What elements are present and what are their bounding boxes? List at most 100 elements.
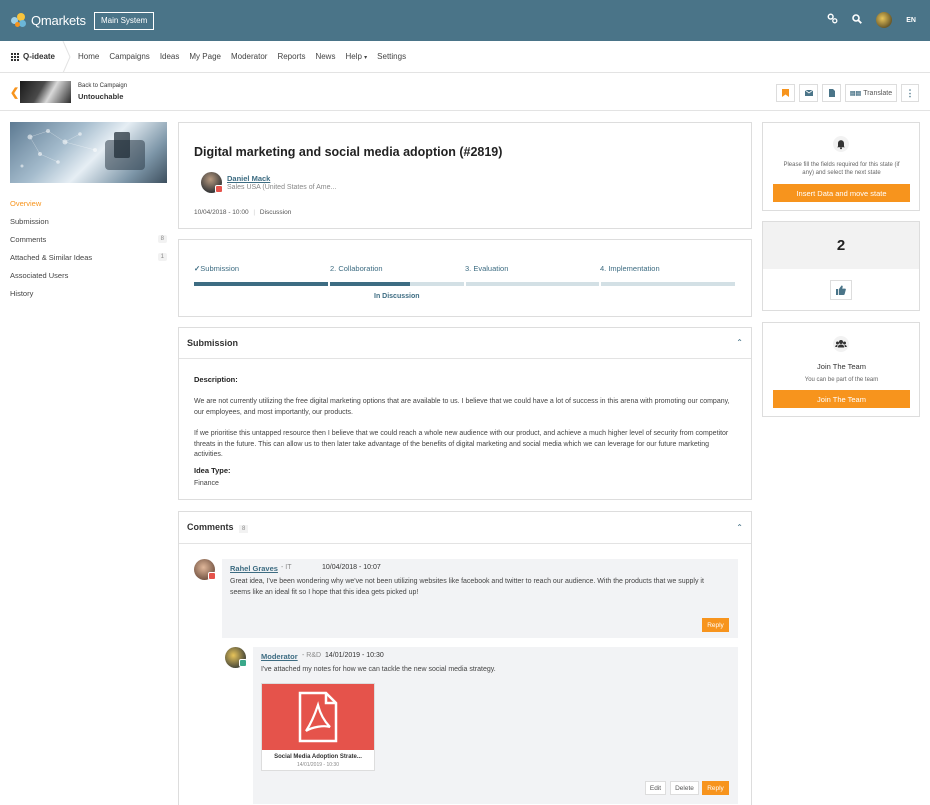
team-subtitle: You can be part of the team bbox=[804, 377, 879, 383]
current-stage-label: In Discussion bbox=[374, 293, 420, 300]
commenter-dept: - IT bbox=[281, 564, 292, 571]
delete-button[interactable]: Delete bbox=[670, 781, 699, 795]
team-icon bbox=[833, 336, 849, 352]
sidebar-item-associated-users[interactable]: Associated Users bbox=[10, 266, 167, 284]
top-bar: Qmarkets Main System EN bbox=[0, 0, 930, 41]
votes-panel: 2 bbox=[762, 221, 920, 311]
divider bbox=[179, 543, 751, 544]
collapse-chevron-icon[interactable]: ⌃ bbox=[736, 523, 743, 532]
translate-icon: ▤▤ bbox=[849, 90, 862, 97]
envelope-icon bbox=[804, 90, 813, 96]
email-button[interactable] bbox=[799, 84, 818, 102]
sidebar-item-label: Overview bbox=[10, 198, 42, 208]
comments-count-badge: 8 bbox=[239, 525, 249, 533]
sidebar-item-label: History bbox=[10, 288, 34, 298]
step-divider bbox=[599, 282, 601, 286]
comment-reply: Moderator - R&D 14/01/2019 - 10:30 I've … bbox=[253, 647, 738, 804]
nav-help[interactable]: Help ▾ bbox=[345, 52, 367, 61]
settings-icon[interactable] bbox=[827, 13, 838, 27]
idea-type-value: Finance bbox=[194, 480, 219, 487]
nav-settings[interactable]: Settings bbox=[377, 52, 406, 61]
description-paragraph-2: If we prioritise this untapped resource … bbox=[194, 430, 729, 458]
idea-date: 10/04/2018 - 10:00 bbox=[194, 209, 249, 216]
main-navigation: Q-ideate Home Campaigns Ideas My Page Mo… bbox=[0, 41, 930, 73]
sidebar-item-attached-similar[interactable]: Attached & Similar Ideas 1 bbox=[10, 248, 167, 266]
comments-count-badge: 8 bbox=[157, 235, 167, 243]
attachment-name: Social Media Adoption Strate... bbox=[274, 754, 362, 760]
user-avatar[interactable] bbox=[876, 12, 893, 28]
nav-separator bbox=[62, 41, 71, 73]
campaign-thumbnail[interactable] bbox=[20, 81, 71, 103]
author-name-link[interactable]: Daniel Mack bbox=[227, 174, 270, 183]
commenter-name-link[interactable]: Rahel Graves bbox=[230, 564, 278, 573]
idea-header-panel: Digital marketing and social media adopt… bbox=[178, 122, 752, 229]
more-options-button[interactable]: ⋮ bbox=[901, 84, 919, 102]
translate-button[interactable]: ▤▤ Translate bbox=[845, 84, 897, 102]
join-team-button[interactable]: Join The Team bbox=[773, 390, 910, 408]
commenter-name-link[interactable]: Moderator bbox=[261, 652, 298, 661]
idea-type-label: Idea Type: bbox=[194, 466, 231, 475]
sidebar-item-submission[interactable]: Submission bbox=[10, 212, 167, 230]
edit-button[interactable]: Edit bbox=[645, 781, 666, 795]
qmarkets-logo[interactable]: Qmarkets bbox=[11, 12, 86, 28]
description-paragraph-1: We are not currently utilizing the free … bbox=[194, 398, 730, 416]
back-to-campaign-link[interactable]: Back to Campaign bbox=[78, 83, 127, 89]
thumbs-up-icon bbox=[836, 285, 846, 295]
comment: Rahel Graves - IT 10/04/2018 - 10:07 Gre… bbox=[222, 559, 738, 638]
campaign-name[interactable]: Untouchable bbox=[78, 92, 123, 101]
bookmark-button[interactable] bbox=[776, 84, 795, 102]
sidebar-item-label: Attached & Similar Ideas bbox=[10, 252, 93, 262]
back-arrow-icon[interactable]: ❮ bbox=[10, 86, 19, 99]
sidebar-item-comments[interactable]: Comments 8 bbox=[10, 230, 167, 248]
nav-my-page[interactable]: My Page bbox=[189, 52, 221, 61]
team-panel: Join The Team You can be part of the tea… bbox=[762, 322, 920, 417]
comment-date: 14/01/2019 - 10:30 bbox=[325, 652, 384, 659]
idea-progress-panel: ✓Submission 2. Collaboration 3. Evaluati… bbox=[178, 239, 752, 317]
idea-stage: Discussion bbox=[259, 209, 292, 216]
reply-button[interactable]: Reply bbox=[702, 618, 729, 632]
reply-button[interactable]: Reply bbox=[702, 781, 729, 795]
attached-count-badge: 1 bbox=[157, 253, 167, 261]
author-badge-icon bbox=[215, 185, 223, 193]
team-title: Join The Team bbox=[817, 362, 866, 371]
sidebar-item-overview[interactable]: Overview bbox=[10, 194, 167, 212]
bell-icon bbox=[833, 136, 849, 152]
nav-news[interactable]: News bbox=[315, 52, 335, 61]
sidebar-item-label: Comments bbox=[10, 234, 47, 244]
sidebar-item-history[interactable]: History bbox=[10, 284, 167, 302]
state-panel: Please fill the fields required for this… bbox=[762, 122, 920, 211]
collapse-chevron-icon[interactable]: ⌃ bbox=[736, 338, 743, 347]
comment-text: I've attached my notes for how we can ta… bbox=[261, 666, 496, 673]
language-selector[interactable]: EN bbox=[906, 17, 916, 24]
moderator-badge-icon bbox=[239, 659, 247, 667]
step-evaluation: 3. Evaluation bbox=[465, 264, 509, 273]
q-ideate-menu[interactable]: Q-ideate bbox=[11, 52, 55, 61]
step-submission: ✓Submission bbox=[194, 264, 239, 273]
like-button[interactable] bbox=[830, 280, 852, 300]
progress-track bbox=[194, 282, 735, 286]
submission-heading: Submission bbox=[187, 338, 239, 348]
pdf-attachment[interactable]: Social Media Adoption Strate... 14/01/20… bbox=[261, 683, 375, 771]
nav-campaigns[interactable]: Campaigns bbox=[109, 52, 149, 61]
kebab-menu-icon: ⋮ bbox=[905, 87, 915, 98]
nav-home[interactable]: Home bbox=[78, 52, 99, 61]
description-label: Description: bbox=[194, 375, 238, 384]
sidebar-item-label: Associated Users bbox=[10, 270, 69, 280]
search-icon[interactable] bbox=[852, 13, 863, 27]
export-button[interactable] bbox=[822, 84, 841, 102]
comment-text: Great idea, I've been wondering why we'v… bbox=[230, 578, 704, 596]
votes-count: 2 bbox=[836, 237, 846, 254]
step-collaboration: 2. Collaboration bbox=[330, 264, 383, 273]
apps-grid-icon bbox=[11, 52, 19, 61]
idea-title: Digital marketing and social media adopt… bbox=[194, 145, 503, 159]
main-system-button[interactable]: Main System bbox=[94, 12, 155, 30]
nav-ideas[interactable]: Ideas bbox=[160, 52, 180, 61]
nav-reports[interactable]: Reports bbox=[277, 52, 305, 61]
insert-data-move-state-button[interactable]: Insert Data and move state bbox=[773, 184, 910, 202]
brand-label: Q-ideate bbox=[23, 52, 56, 61]
author-role: Sales USA (United States of Ame... bbox=[227, 184, 337, 191]
nav-moderator[interactable]: Moderator bbox=[231, 52, 267, 61]
attachment-date: 14/01/2019 - 10:30 bbox=[297, 762, 339, 768]
idea-meta: 10/04/2018 - 10:00 | Discussion bbox=[194, 209, 291, 216]
step-implementation: 4. Implementation bbox=[600, 264, 660, 273]
